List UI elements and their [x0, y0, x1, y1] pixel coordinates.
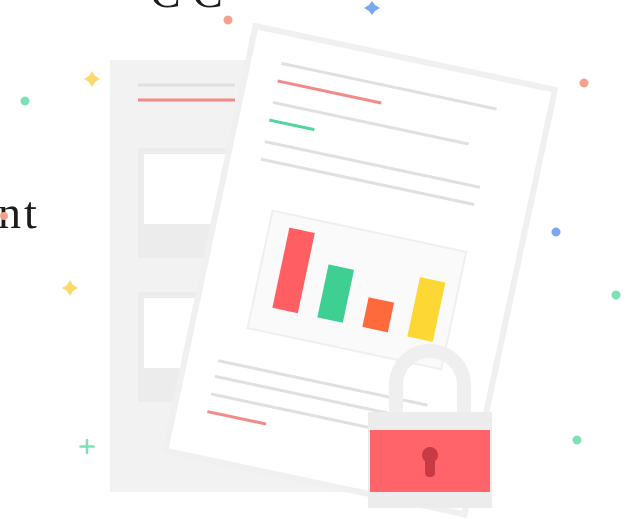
illustration-canvas: nt C C	[0, 0, 632, 519]
confetti-dot	[579, 78, 589, 88]
confetti-dot	[611, 290, 621, 300]
confetti-dot	[20, 96, 30, 106]
secure-document-illustration	[0, 1, 621, 518]
confetti-dot	[551, 227, 561, 237]
confetti-dot	[572, 435, 582, 445]
confetti-dot	[223, 15, 233, 25]
plus-icon	[79, 438, 95, 455]
sparkle-icon	[84, 71, 100, 87]
sparkle-icon	[62, 280, 78, 296]
sparkle-icon	[364, 1, 380, 15]
confetti-dot	[0, 212, 8, 220]
